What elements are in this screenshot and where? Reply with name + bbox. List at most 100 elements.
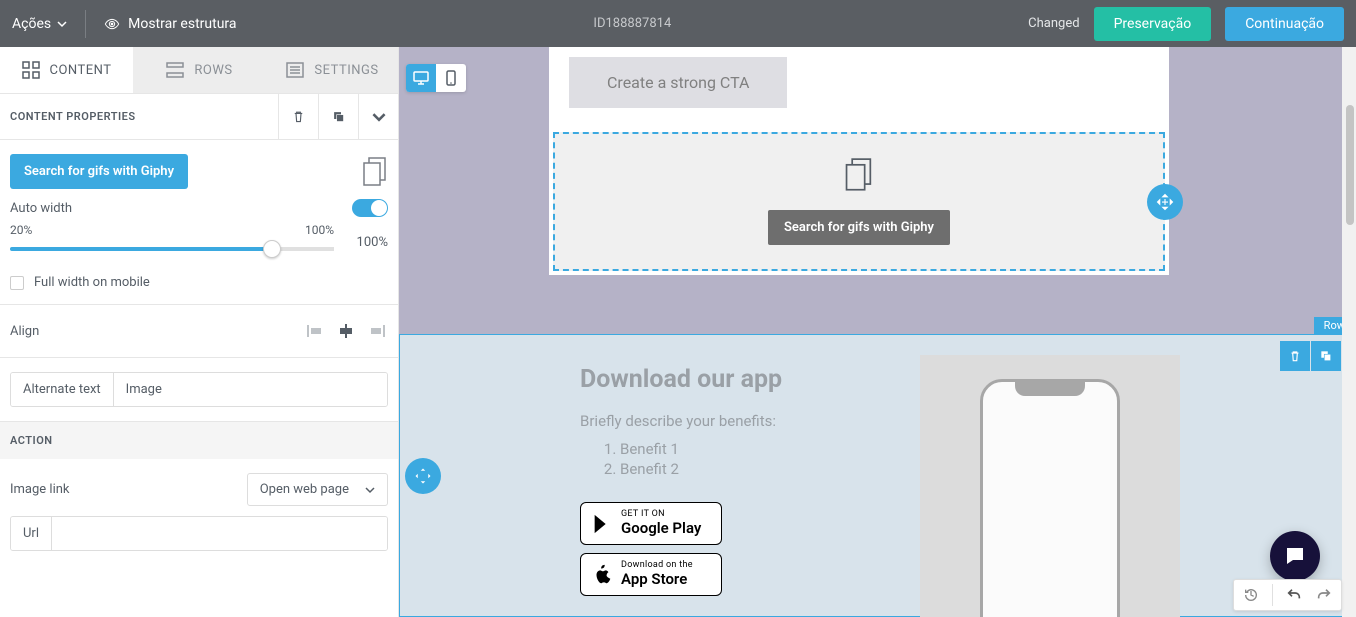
auto-width-toggle[interactable] [352, 199, 388, 217]
content-icon [22, 61, 40, 79]
slider-value: 100% [346, 235, 388, 250]
url-label: Url [11, 517, 52, 550]
apple-icon [591, 564, 613, 586]
history-button[interactable] [1240, 584, 1262, 606]
pages-icon [362, 157, 388, 187]
collapse-button[interactable] [358, 94, 398, 140]
align-right-icon [367, 324, 385, 338]
mobile-icon [446, 70, 456, 86]
phone-mockup [960, 365, 1140, 616]
chevron-down-icon [57, 19, 67, 29]
redo-button[interactable] [1313, 584, 1335, 606]
desktop-view-button[interactable] [406, 64, 436, 92]
content-properties-title: CONTENT PROPERTIES [10, 110, 136, 123]
image-link-select[interactable]: Open web page [247, 473, 388, 506]
structure-label: Mostrar estrutura [128, 16, 236, 32]
align-center-icon [337, 324, 355, 338]
download-subtitle: Briefly describe your benefits: [580, 412, 940, 430]
trash-icon [291, 109, 306, 124]
app-store-button[interactable]: Download on the App Store [580, 553, 722, 596]
eye-icon [104, 16, 120, 32]
duplicate-button[interactable] [318, 94, 358, 140]
mobile-view-button[interactable] [436, 64, 466, 92]
apple-big: App Store [621, 571, 693, 588]
trash-icon [1288, 349, 1302, 363]
align-label: Align [10, 324, 39, 339]
auto-width-label: Auto width [10, 201, 72, 216]
action-section-header: ACTION [0, 422, 398, 459]
gif-content-block[interactable]: Search for gifs with Giphy [553, 132, 1165, 271]
align-right-button[interactable] [364, 319, 388, 343]
scrollbar[interactable] [1342, 47, 1356, 617]
download-title: Download our app [580, 365, 940, 394]
canvas: Create a strong CTA Search for gifs with… [399, 47, 1356, 617]
device-toggle [406, 64, 466, 92]
tab-settings-label: SETTINGS [314, 63, 378, 78]
sidebar: CONTENT ROWS SETTINGS CONTENT PROPERTIES [0, 47, 399, 617]
redo-icon [1316, 587, 1332, 603]
benefits-list: Benefit 1 Benefit 2 [580, 440, 940, 478]
move-handle[interactable] [405, 458, 441, 494]
desktop-icon [413, 71, 429, 85]
undo-button[interactable] [1283, 584, 1305, 606]
sidebar-tabs: CONTENT ROWS SETTINGS [0, 47, 398, 94]
row-duplicate-button[interactable] [1311, 341, 1341, 371]
move-handle[interactable] [1147, 184, 1183, 220]
alt-text-input[interactable] [114, 373, 387, 406]
chat-icon [1283, 544, 1307, 568]
history-icon [1243, 587, 1259, 603]
full-width-mobile-checkbox[interactable] [10, 276, 24, 290]
google-play-icon [591, 513, 613, 535]
image-link-label: Image link [10, 482, 70, 497]
top-bar: Ações Mostrar estrutura ID188887814 Chan… [0, 0, 1356, 47]
width-slider[interactable] [10, 237, 334, 261]
save-button[interactable]: Preservação [1094, 7, 1212, 41]
show-structure-toggle[interactable]: Mostrar estrutura [104, 16, 236, 32]
align-left-icon [307, 324, 325, 338]
align-center-button[interactable] [334, 319, 358, 343]
tab-rows[interactable]: ROWS [133, 47, 266, 93]
email-preview: Create a strong CTA Search for gifs with… [549, 47, 1169, 275]
document-id: ID188887814 [237, 16, 1029, 31]
status-text: Changed [1028, 16, 1079, 31]
google-big: Google Play [621, 520, 701, 537]
content-properties-header: CONTENT PROPERTIES [0, 94, 398, 140]
move-icon [414, 467, 432, 485]
undo-icon [1286, 587, 1302, 603]
tab-content-label: CONTENT [50, 63, 112, 78]
gif-search-button[interactable]: Search for gifs with Giphy [768, 210, 950, 245]
alt-text-label: Alternate text [11, 373, 114, 406]
row-delete-button[interactable] [1280, 341, 1310, 371]
chevron-down-icon [372, 110, 386, 124]
tab-settings[interactable]: SETTINGS [266, 47, 399, 93]
actions-dropdown[interactable]: Ações [12, 16, 67, 32]
chat-fab[interactable] [1270, 531, 1320, 581]
history-toolbar [1233, 579, 1342, 611]
next-button[interactable]: Continuação [1225, 7, 1344, 41]
pages-icon [844, 158, 874, 192]
duplicate-icon [1319, 349, 1333, 363]
tab-rows-label: ROWS [194, 63, 232, 78]
row-selected[interactable]: Row Download our app Briefly describe yo… [399, 334, 1356, 617]
tab-content[interactable]: CONTENT [0, 47, 133, 93]
giphy-search-button[interactable]: Search for gifs with Giphy [10, 154, 188, 189]
benefit-item: Benefit 2 [620, 460, 940, 478]
align-left-button[interactable] [304, 319, 328, 343]
google-play-button[interactable]: GET IT ON Google Play [580, 502, 722, 545]
image-link-select-value: Open web page [260, 482, 349, 497]
slider-max-label: 100% [305, 223, 334, 237]
delete-button[interactable] [278, 94, 318, 140]
cta-block[interactable]: Create a strong CTA [549, 47, 1169, 128]
slider-min-label: 20% [10, 223, 32, 237]
download-row: Download our app Briefly describe your b… [550, 335, 1170, 616]
settings-icon [286, 61, 304, 79]
full-width-mobile-label: Full width on mobile [34, 275, 150, 290]
benefit-item: Benefit 1 [620, 440, 940, 458]
rows-icon [166, 61, 184, 79]
move-icon [1156, 193, 1174, 211]
url-input[interactable] [52, 517, 387, 550]
duplicate-icon [331, 109, 346, 124]
cta-button[interactable]: Create a strong CTA [569, 57, 787, 108]
actions-label: Ações [12, 16, 51, 32]
chevron-down-icon [365, 485, 375, 495]
